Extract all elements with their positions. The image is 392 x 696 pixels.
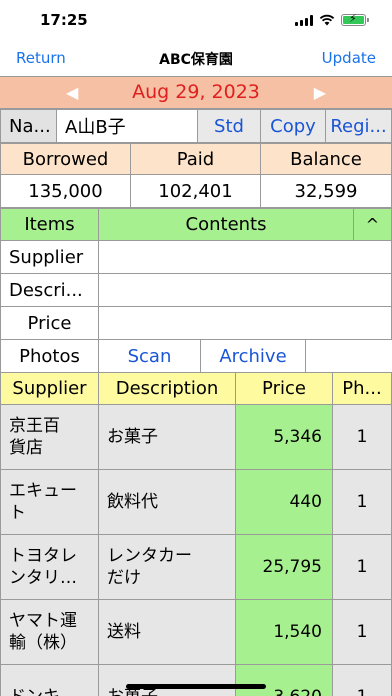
- cell-supplier: ヤマト運 輸（株）: [0, 599, 99, 665]
- borrowed-value: 135,000: [0, 174, 131, 208]
- table-header-price[interactable]: Price: [235, 372, 333, 405]
- cell-description: お菓子: [98, 404, 236, 470]
- table-row[interactable]: ドンキお菓子3,6201: [0, 664, 392, 696]
- items-header-row: Items Contents ^: [0, 208, 392, 241]
- cell-supplier: トヨタレ ンタリ…: [0, 534, 99, 600]
- status-bar: 17:25 ⚡: [0, 0, 392, 42]
- photos-empty-cell: [305, 339, 392, 373]
- cell-price: 440: [235, 469, 333, 535]
- table-header-description[interactable]: Description: [98, 372, 236, 405]
- table-header-row: Supplier Description Price Ph...: [0, 372, 392, 405]
- wifi-icon: [319, 14, 335, 26]
- cell-price: 5,346: [235, 404, 333, 470]
- cell-photos: 1: [332, 599, 392, 665]
- paid-value: 102,401: [130, 174, 261, 208]
- cell-description: 送料: [98, 599, 236, 665]
- borrowed-header: Borrowed: [0, 143, 131, 175]
- balance-value: 32,599: [260, 174, 392, 208]
- cell-price: 3,620: [235, 664, 333, 696]
- cell-supplier: 京王百 貨店: [0, 404, 99, 470]
- next-date-arrow-icon[interactable]: ▶: [314, 83, 326, 102]
- home-indicator: [126, 684, 266, 689]
- supplier-label: Supplier: [0, 240, 99, 274]
- description-row: Descri...: [0, 273, 392, 307]
- cell-price: 1,540: [235, 599, 333, 665]
- battery-charging-icon: ⚡: [341, 12, 369, 26]
- cell-supplier: ドンキ: [0, 664, 99, 696]
- cellular-signal-icon: [295, 14, 313, 26]
- status-icons: ⚡: [295, 12, 369, 26]
- register-button[interactable]: Regi...: [325, 109, 392, 143]
- name-row: Na... A山B子 Std Copy Regi...: [0, 109, 392, 143]
- items-header: Items: [0, 208, 99, 241]
- photos-label: Photos: [0, 339, 99, 373]
- table-header-photos[interactable]: Ph...: [332, 372, 392, 405]
- cell-photos: 1: [332, 534, 392, 600]
- name-label: Na...: [0, 109, 57, 143]
- supplier-row: Supplier: [0, 240, 392, 274]
- collapse-chevron-icon[interactable]: ^: [353, 208, 392, 241]
- table-row[interactable]: トヨタレ ンタリ… レンタカー だけ 25,795 1: [0, 534, 392, 600]
- scan-button[interactable]: Scan: [98, 339, 201, 373]
- current-date[interactable]: Aug 29, 2023: [0, 81, 392, 103]
- table-row[interactable]: エキュー ト飲料代 440 1: [0, 469, 392, 535]
- cell-supplier: エキュー ト: [0, 469, 99, 535]
- table-header-supplier[interactable]: Supplier: [0, 372, 99, 405]
- photos-row: Photos Scan Archive: [0, 339, 392, 373]
- contents-header: Contents: [98, 208, 354, 241]
- archive-button[interactable]: Archive: [200, 339, 306, 373]
- summary-header-row: Borrowed Paid Balance: [0, 143, 392, 175]
- cell-description: 飲料代: [98, 469, 236, 535]
- cell-description: お菓子: [98, 664, 236, 696]
- cell-price: 25,795: [235, 534, 333, 600]
- price-label: Price: [0, 306, 99, 340]
- description-label: Descri...: [0, 273, 99, 307]
- cell-photos: 1: [332, 404, 392, 470]
- supplier-input[interactable]: [98, 240, 392, 274]
- copy-button[interactable]: Copy: [260, 109, 326, 143]
- date-selector: ◀ Aug 29, 2023 ▶: [0, 76, 392, 109]
- status-time: 17:25: [40, 11, 88, 29]
- std-button[interactable]: Std: [197, 109, 261, 143]
- cell-photos: 1: [332, 664, 392, 696]
- paid-header: Paid: [130, 143, 261, 175]
- table-row[interactable]: ヤマト運 輸（株） 送料 1,540 1: [0, 599, 392, 665]
- summary-values-row: 135,000 102,401 32,599: [0, 174, 392, 208]
- price-row: Price: [0, 306, 392, 340]
- cell-description: レンタカー だけ: [98, 534, 236, 600]
- balance-header: Balance: [260, 143, 392, 175]
- table-row[interactable]: 京王百 貨店 お菓子 5,346 1: [0, 404, 392, 470]
- name-input[interactable]: A山B子: [56, 109, 198, 143]
- price-input[interactable]: [98, 306, 392, 340]
- cell-photos: 1: [332, 469, 392, 535]
- description-input[interactable]: [98, 273, 392, 307]
- update-button[interactable]: Update: [322, 49, 376, 67]
- navigation-bar: Return ABC保育園 Update: [0, 42, 392, 76]
